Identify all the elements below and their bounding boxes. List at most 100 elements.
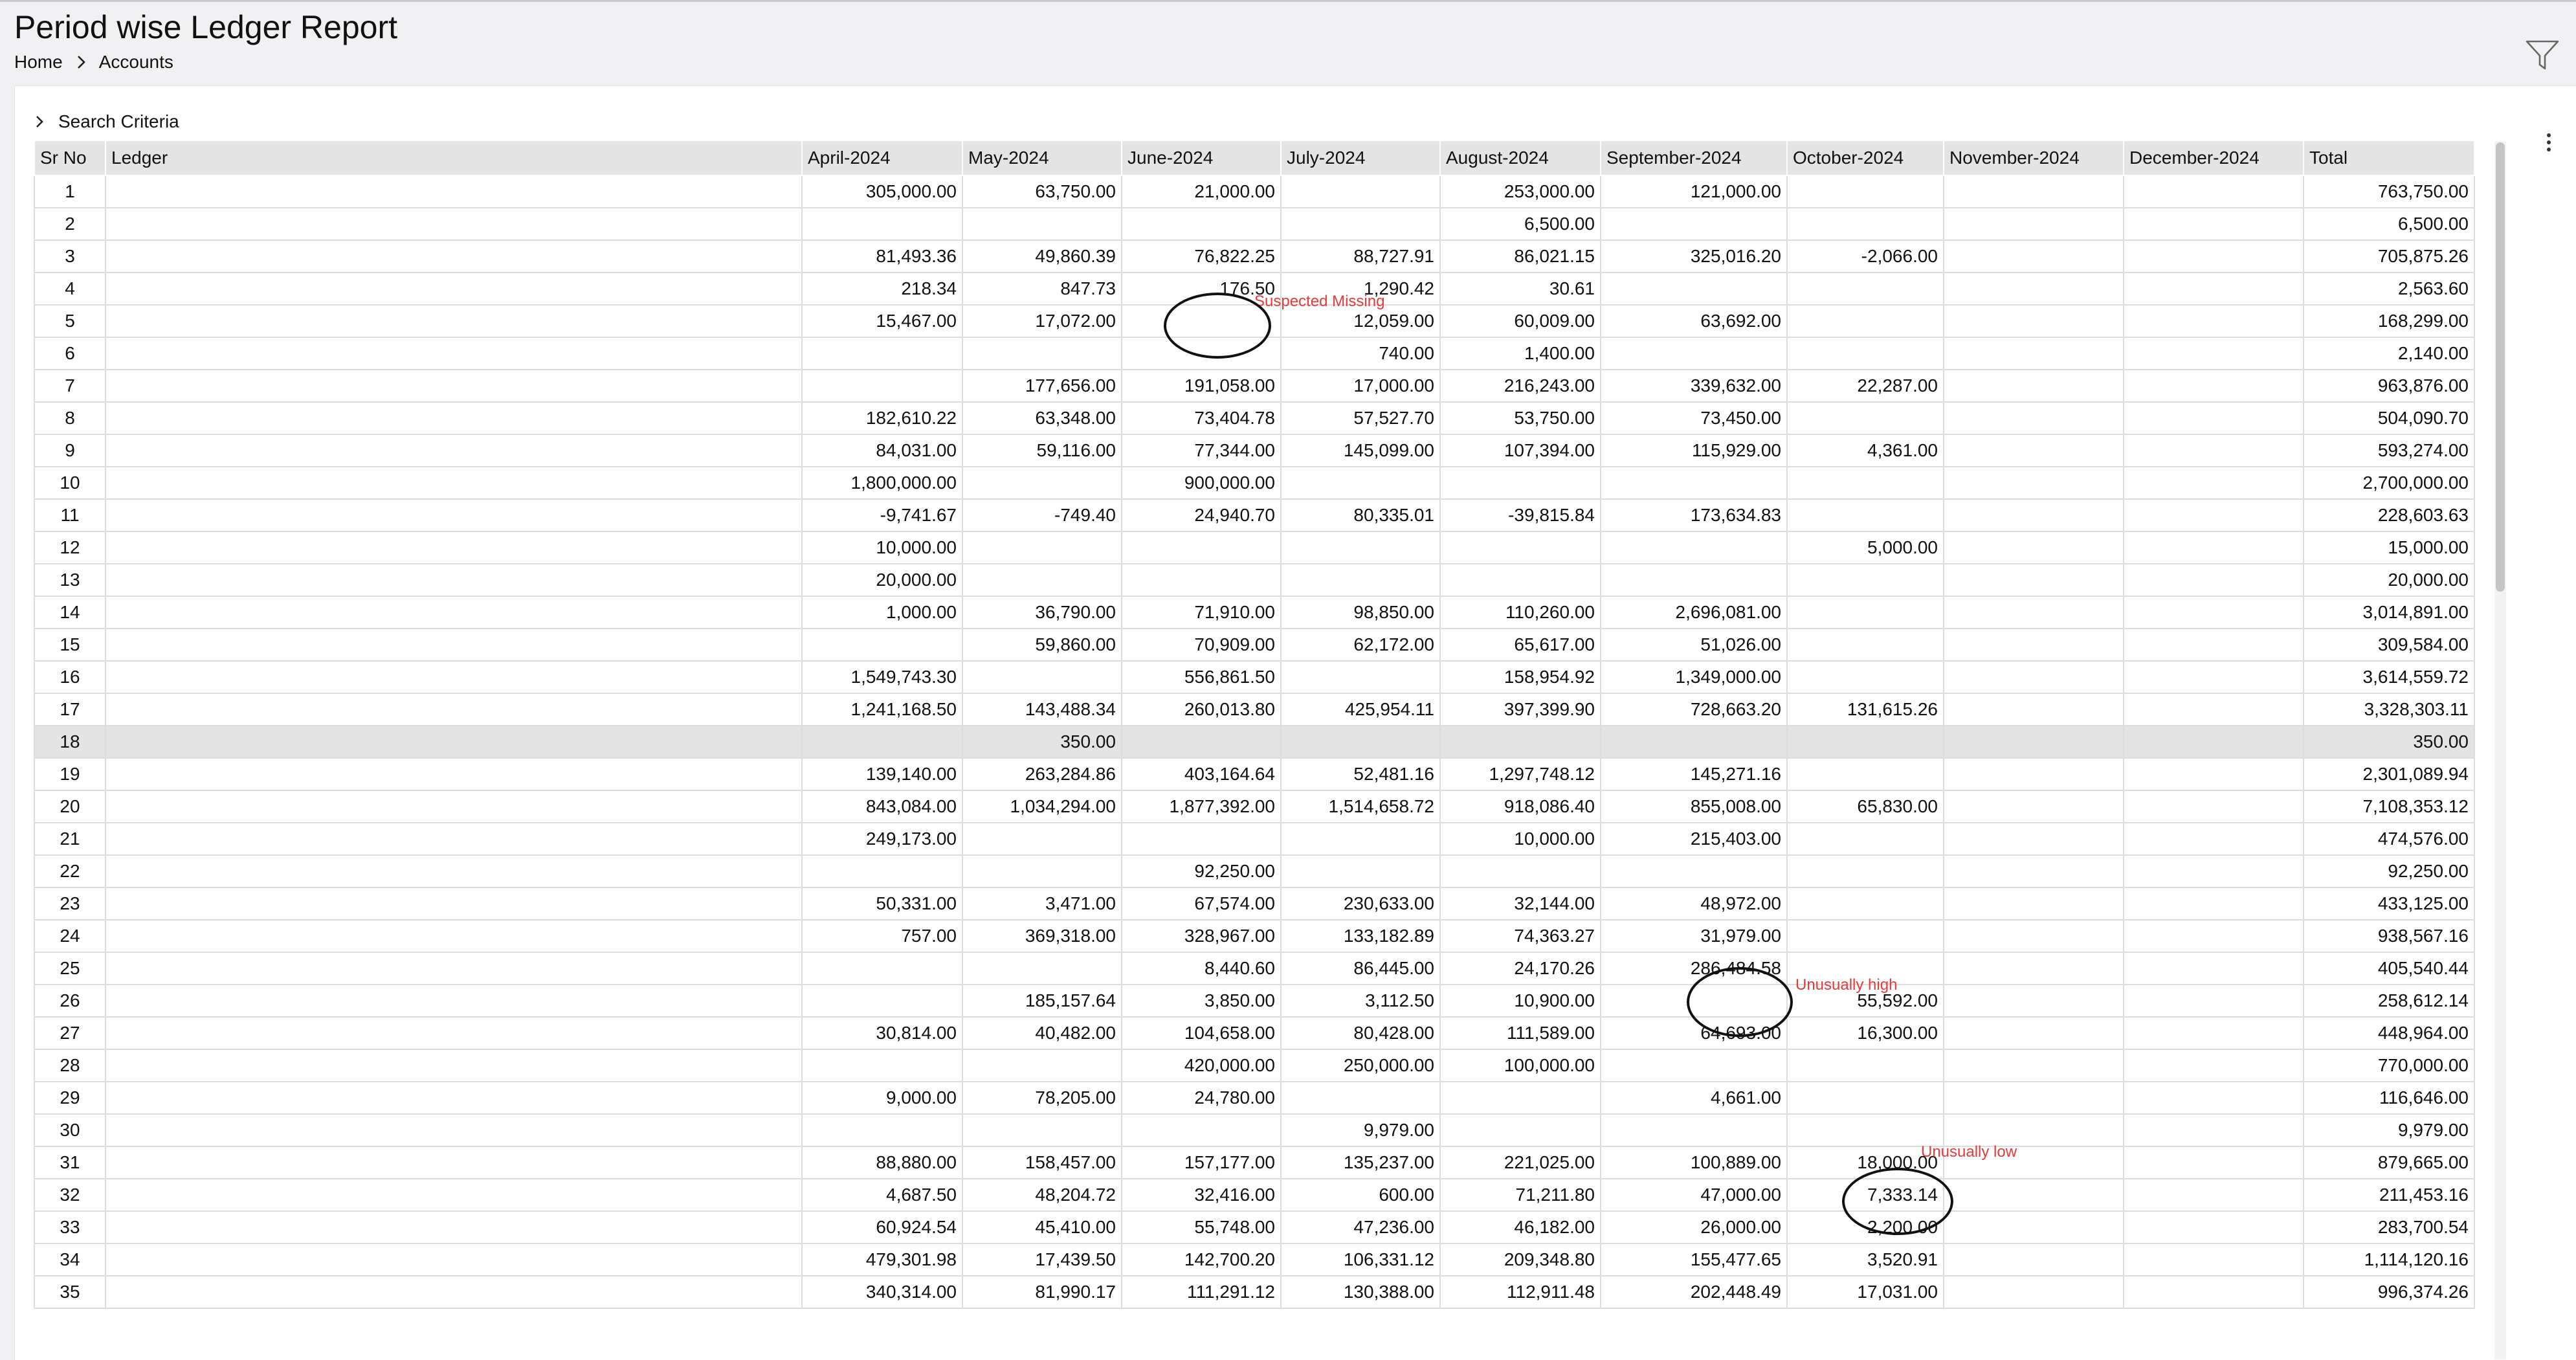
search-criteria-toggle[interactable]: Search Criteria xyxy=(31,110,179,133)
table-row[interactable]: 22 92,250.00 92,250.00 xyxy=(34,854,2475,888)
filter-icon[interactable] xyxy=(2524,36,2560,72)
column-header[interactable]: September-2024 xyxy=(1600,140,1788,176)
column-header[interactable]: Ledger xyxy=(105,140,803,176)
table-row[interactable]: 11 -9,741.67 -749.40 24,940.70 80,335.01 -39,… xyxy=(34,498,2475,532)
ledger-name-cell[interactable] xyxy=(105,304,803,338)
ledger-name-cell[interactable] xyxy=(105,1178,803,1212)
table-row[interactable]: 29 9,000.00 78,205.00 24,780.00 4,661.00 116,… xyxy=(34,1081,2475,1115)
ledger-name-cell[interactable] xyxy=(105,207,803,241)
ledger-name-cell[interactable] xyxy=(105,369,803,403)
ledger-name-cell[interactable] xyxy=(105,596,803,629)
amount-cell xyxy=(1943,725,2124,759)
ledger-name-cell[interactable] xyxy=(105,531,803,564)
amount-cell: 74,363.27 xyxy=(1439,919,1601,953)
column-header[interactable]: April-2024 xyxy=(801,140,963,176)
amount-cell xyxy=(1943,1243,2124,1276)
ledger-name-cell[interactable] xyxy=(105,790,803,823)
amount-cell xyxy=(1280,725,1441,759)
column-header[interactable]: November-2024 xyxy=(1943,140,2124,176)
ledger-name-cell[interactable] xyxy=(105,498,803,532)
table-row[interactable]: 14 1,000.00 36,790.00 71,910.00 98,850.00 110… xyxy=(34,596,2475,629)
ledger-name-cell[interactable] xyxy=(105,952,803,985)
amount-cell xyxy=(962,854,1122,888)
ledger-name-cell[interactable] xyxy=(105,1016,803,1050)
amount-cell xyxy=(1280,466,1441,500)
breadcrumb-home-link[interactable]: Home xyxy=(14,52,63,72)
table-row[interactable]: 35 340,314.00 81,990.17 111,291.12 130,388.0… xyxy=(34,1275,2475,1309)
ledger-name-cell[interactable] xyxy=(105,1049,803,1082)
amount-cell xyxy=(2123,757,2304,791)
column-header[interactable]: July-2024 xyxy=(1280,140,1441,176)
ledger-name-cell[interactable] xyxy=(105,919,803,953)
column-header[interactable]: August-2024 xyxy=(1439,140,1601,176)
ledger-name-cell[interactable] xyxy=(105,757,803,791)
table-row[interactable]: 13 20,000.00 20,000.00 xyxy=(34,563,2475,597)
ledger-name-cell[interactable] xyxy=(105,563,803,597)
table-row[interactable]: 3 81,493.36 49,860.39 76,822.25 88,727.91 86,… xyxy=(34,240,2475,273)
table-row[interactable]: 19 139,140.00 263,284.86 403,164.64 52,481.1… xyxy=(34,757,2475,791)
ledger-name-cell[interactable] xyxy=(105,1243,803,1276)
column-header[interactable]: Total xyxy=(2303,140,2475,176)
ledger-name-cell[interactable] xyxy=(105,1210,803,1244)
ledger-name-cell[interactable] xyxy=(105,1113,803,1147)
table-row[interactable]: 2 6,500.00 6,500.00 xyxy=(34,207,2475,241)
table-row[interactable]: 17 1,241,168.50 143,488.34 260,013.80 425,95… xyxy=(34,693,2475,726)
table-row[interactable]: 8 182,610.22 63,348.00 73,404.78 57,527.70 53… xyxy=(34,401,2475,435)
ledger-name-cell[interactable] xyxy=(105,822,803,856)
table-row[interactable]: 20 843,084.00 1,034,294.00 1,877,392.00 1,51… xyxy=(34,790,2475,823)
table-row[interactable]: 18 350.00 350.00 xyxy=(34,725,2475,759)
ledger-name-cell[interactable] xyxy=(105,272,803,306)
ledger-name-cell[interactable] xyxy=(105,401,803,435)
column-header[interactable]: October-2024 xyxy=(1786,140,1944,176)
table-row[interactable]: 1 305,000.00 63,750.00 21,000.00 253,000.00 1… xyxy=(34,175,2475,208)
ledger-name-cell[interactable] xyxy=(105,854,803,888)
ledger-name-cell[interactable] xyxy=(105,466,803,500)
table-row[interactable]: 21 249,173.00 10,000.00 215,403.00 474,576.0… xyxy=(34,822,2475,856)
ledger-name-cell[interactable] xyxy=(105,337,803,370)
table-row[interactable]: 26 185,157.64 3,850.00 3,112.50 10,900.00 55,… xyxy=(34,984,2475,1018)
table-row[interactable]: 7 177,656.00 191,058.00 17,000.00 216,243.00… xyxy=(34,369,2475,403)
column-header[interactable]: June-2024 xyxy=(1121,140,1282,176)
ledger-name-cell[interactable] xyxy=(105,240,803,273)
amount-cell xyxy=(1439,725,1601,759)
table-row[interactable]: 27 30,814.00 40,482.00 104,658.00 80,428.00 1… xyxy=(34,1016,2475,1050)
table-row[interactable]: 15 59,860.00 70,909.00 62,172.00 65,617.00 51… xyxy=(34,628,2475,662)
amount-cell xyxy=(1943,1113,2124,1147)
table-row[interactable]: 32 4,687.50 48,204.72 32,416.00 600.00 71,211… xyxy=(34,1178,2475,1212)
table-row[interactable]: 9 84,031.00 59,116.00 77,344.00 145,099.00 10… xyxy=(34,434,2475,467)
sr-no-cell: 32 xyxy=(34,1178,106,1212)
amount-cell: 479,301.98 xyxy=(801,1243,963,1276)
table-row[interactable]: 23 50,331.00 3,471.00 67,574.00 230,633.00 32… xyxy=(34,887,2475,920)
breadcrumb-accounts-link[interactable]: Accounts xyxy=(99,52,173,72)
ledger-name-cell[interactable] xyxy=(105,1275,803,1309)
amount-cell: 73,450.00 xyxy=(1600,401,1788,435)
ledger-name-cell[interactable] xyxy=(105,628,803,662)
table-row[interactable]: 12 10,000.00 5,000.00 15,000.00 xyxy=(34,531,2475,564)
table-row[interactable]: 28 420,000.00 250,000.00 100,000.00 770,000.… xyxy=(34,1049,2475,1082)
column-header[interactable]: December-2024 xyxy=(2123,140,2304,176)
column-header[interactable]: Sr No xyxy=(34,140,106,176)
ledger-name-cell[interactable] xyxy=(105,1081,803,1115)
ledger-name-cell[interactable] xyxy=(105,175,803,208)
ledger-name-cell[interactable] xyxy=(105,1146,803,1179)
ledger-name-cell[interactable] xyxy=(105,660,803,694)
ledger-name-cell[interactable] xyxy=(105,434,803,467)
ledger-name-cell[interactable] xyxy=(105,725,803,759)
annotation-unusually-low: Unusually low xyxy=(1921,1143,2017,1161)
table-row[interactable]: 33 60,924.54 45,410.00 55,748.00 47,236.00 46… xyxy=(34,1210,2475,1244)
table-row[interactable]: 16 1,549,743.30 556,861.50 158,954.92 1,349,… xyxy=(34,660,2475,694)
ledger-name-cell[interactable] xyxy=(105,984,803,1018)
scrollbar-thumb[interactable] xyxy=(2496,142,2505,592)
more-options-icon[interactable] xyxy=(2544,133,2554,159)
ledger-name-cell[interactable] xyxy=(105,887,803,920)
amount-cell: 15,467.00 xyxy=(801,304,963,338)
table-row[interactable]: 25 8,440.60 86,445.00 24,170.26 286,484.58 40… xyxy=(34,952,2475,985)
table-row[interactable]: 31 88,880.00 158,457.00 157,177.00 135,237.0… xyxy=(34,1146,2475,1179)
ledger-name-cell[interactable] xyxy=(105,693,803,726)
table-row[interactable]: 30 9,979.00 9,979.00 xyxy=(34,1113,2475,1147)
column-header[interactable]: May-2024 xyxy=(962,140,1122,176)
table-row[interactable]: 10 1,800,000.00 900,000.00 2,700,000.00 xyxy=(34,466,2475,500)
table-row[interactable]: 34 479,301.98 17,439.50 142,700.20 106,331.1… xyxy=(34,1243,2475,1276)
amount-cell xyxy=(2123,952,2304,985)
table-row[interactable]: 24 757.00 369,318.00 328,967.00 133,182.89 74… xyxy=(34,919,2475,953)
